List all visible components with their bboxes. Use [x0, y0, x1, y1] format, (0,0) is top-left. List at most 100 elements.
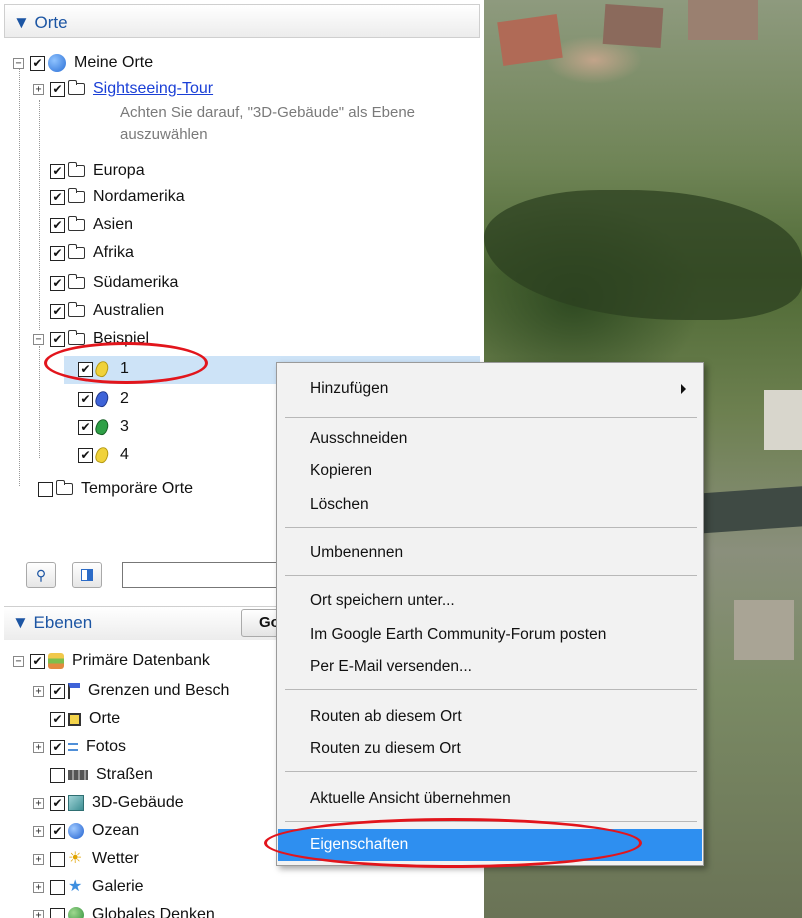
layer-item[interactable]: Straßen	[33, 762, 153, 788]
expand-toggle[interactable]: +	[33, 797, 44, 809]
menu-item-email[interactable]: Per E-Mail versenden...	[278, 651, 702, 683]
expand-toggle[interactable]: +	[33, 741, 44, 753]
layer-label: 3D-Gebäude	[92, 794, 184, 811]
checkbox[interactable]	[50, 907, 65, 918]
layer-item[interactable]: + Globales Denken	[33, 902, 215, 918]
checkbox[interactable]	[50, 879, 65, 895]
expand-toggle[interactable]: +	[33, 83, 44, 95]
layer-item[interactable]: − ✔ Primäre Datenbank	[13, 648, 210, 674]
checkbox[interactable]: ✔	[50, 739, 65, 755]
tree-item-folder[interactable]: ✔ Südamerika	[33, 270, 178, 296]
tree-item-folder[interactable]: ✔ Nordamerika	[33, 184, 185, 210]
menu-item-save-place[interactable]: Ort speichern unter...	[278, 585, 702, 617]
expand-toggle[interactable]: +	[33, 909, 44, 918]
checkbox[interactable]: ✔	[78, 391, 93, 407]
tree-label: Afrika	[93, 244, 134, 261]
tree-item-placemark[interactable]: ✔ 4	[78, 442, 129, 468]
map-rooftop	[764, 390, 802, 450]
road-icon	[68, 770, 88, 780]
tree-item-folder[interactable]: ✔ Afrika	[33, 240, 134, 266]
checkbox[interactable]: ✔	[50, 217, 65, 233]
collapse-toggle[interactable]: −	[13, 655, 24, 667]
context-menu: Hinzufügen Ausschneiden Kopieren Löschen…	[276, 362, 704, 866]
layer-item[interactable]: ✔ Orte	[33, 706, 120, 732]
tree-label: Nordamerika	[93, 188, 185, 205]
layers-panel-title: ▼ Ebenen	[12, 613, 93, 632]
checkbox[interactable]: ✔	[30, 55, 45, 71]
layer-item[interactable]: + ✔ 3D-Gebäude	[33, 790, 184, 816]
tree-item-placemark[interactable]: ✔ 2	[78, 386, 129, 412]
layer-item[interactable]: + ✔ Grenzen und Besch	[33, 678, 229, 704]
tree-item-temporary-places[interactable]: Temporäre Orte	[38, 476, 193, 502]
open-folder-icon	[68, 330, 85, 345]
checkbox[interactable]: ✔	[50, 275, 65, 291]
menu-item-take-view[interactable]: Aktuelle Ansicht übernehmen	[278, 783, 702, 815]
collapse-toggle[interactable]: −	[13, 57, 24, 69]
layer-item[interactable]: + ☀ Wetter	[33, 846, 139, 872]
panel-icon	[81, 569, 93, 581]
checkbox[interactable]: ✔	[50, 81, 65, 97]
search-button[interactable]: ⚲	[26, 562, 56, 588]
tree-label: Europa	[93, 162, 145, 179]
globe-icon	[48, 54, 66, 72]
layer-item[interactable]: + ✔ Fotos	[33, 734, 126, 760]
layer-label: Galerie	[92, 878, 144, 895]
expand-toggle[interactable]: +	[33, 881, 44, 893]
checkbox[interactable]: ✔	[50, 795, 65, 811]
tree-label: Australien	[93, 302, 165, 319]
menu-item-label: Löschen	[310, 496, 369, 513]
menu-separator	[285, 527, 697, 528]
expand-toggle[interactable]: +	[33, 853, 44, 865]
tree-item-my-places[interactable]: − ✔ Meine Orte	[13, 50, 153, 76]
menu-item-post-forum[interactable]: Im Google Earth Community-Forum posten	[278, 619, 702, 651]
building-icon	[68, 795, 84, 811]
checkbox[interactable]: ✔	[78, 447, 93, 463]
checkbox[interactable]: ✔	[50, 331, 65, 347]
tree-item-folder[interactable]: ✔ Australien	[33, 298, 164, 324]
menu-item-route-from[interactable]: Routen ab diesem Ort	[278, 701, 702, 733]
folder-icon	[56, 480, 73, 495]
checkbox[interactable]: ✔	[30, 653, 45, 669]
menu-item-label: Per E-Mail versenden...	[310, 658, 472, 675]
menu-item-rename[interactable]: Umbenennen	[278, 537, 702, 569]
menu-item-delete[interactable]: Löschen	[278, 489, 702, 521]
gallery-star-icon: ★	[68, 878, 83, 895]
layer-item[interactable]: + ★ Galerie	[33, 874, 144, 900]
checkbox[interactable]: ✔	[50, 303, 65, 319]
folder-icon	[68, 216, 85, 231]
tree-item-folder[interactable]: ✔ Asien	[33, 212, 133, 238]
menu-item-route-to[interactable]: Routen zu diesem Ort	[278, 733, 702, 765]
layer-label: Orte	[89, 710, 121, 727]
layer-item[interactable]: + ✔ Ozean	[33, 818, 139, 844]
checkbox[interactable]: ✔	[50, 163, 65, 179]
tree-label: Temporäre Orte	[81, 480, 194, 497]
tree-item-placemark[interactable]: ✔ 3	[78, 414, 129, 440]
tree-item-sightseeing[interactable]: + ✔ Sightseeing-Tour	[33, 76, 213, 102]
checkbox[interactable]	[50, 767, 65, 783]
checkbox[interactable]	[38, 481, 53, 497]
menu-item-copy[interactable]: Kopieren	[278, 455, 702, 487]
map-rooftop	[734, 600, 794, 660]
places-panel-header[interactable]: ▼ Orte	[4, 4, 480, 38]
tree-label: Südamerika	[93, 274, 179, 291]
checkbox[interactable]: ✔	[50, 823, 65, 839]
map-tree-area	[484, 190, 802, 320]
expand-toggle[interactable]: +	[33, 685, 44, 697]
menu-item-add[interactable]: Hinzufügen	[278, 373, 702, 405]
checkbox[interactable]: ✔	[50, 683, 65, 699]
checkbox[interactable]: ✔	[78, 419, 93, 435]
menu-item-cut[interactable]: Ausschneiden	[278, 423, 702, 455]
tree-item-folder[interactable]: ✔ Europa	[33, 158, 145, 184]
toggle-panel-button[interactable]	[72, 562, 102, 588]
checkbox[interactable]: ✔	[50, 711, 65, 727]
checkbox[interactable]	[50, 851, 65, 867]
menu-separator	[285, 417, 697, 418]
pushpin-icon	[93, 445, 111, 465]
checkbox[interactable]: ✔	[50, 189, 65, 205]
checkbox[interactable]: ✔	[50, 245, 65, 261]
collapse-toggle[interactable]: −	[33, 333, 44, 345]
tree-label: 2	[120, 390, 129, 407]
menu-item-label: Routen zu diesem Ort	[310, 740, 461, 757]
tour-link[interactable]: Sightseeing-Tour	[93, 80, 213, 98]
expand-toggle[interactable]: +	[33, 825, 44, 837]
